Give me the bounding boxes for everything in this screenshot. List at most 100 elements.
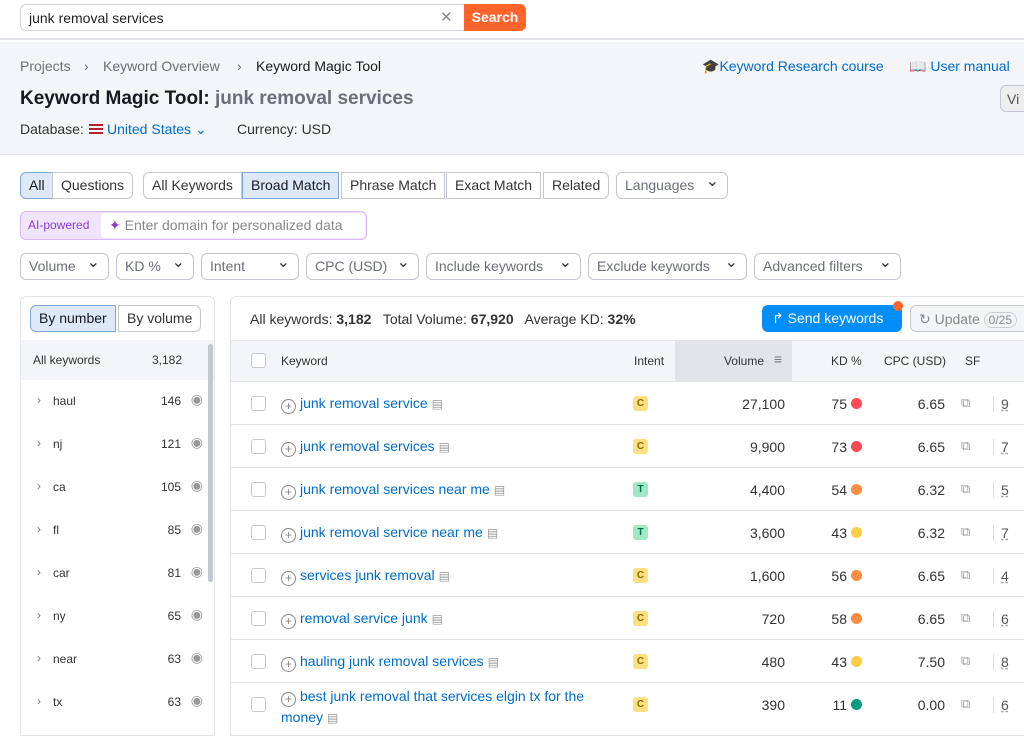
keyword-link[interactable]: hauling junk removal services (300, 653, 484, 669)
serp-features-icon[interactable]: ⧉ (961, 395, 970, 411)
row-checkbox[interactable] (251, 482, 266, 497)
keyword-link[interactable]: removal service junk (300, 610, 428, 626)
eye-icon[interactable]: ◉ (191, 563, 203, 580)
by-volume-button[interactable]: By volume (118, 305, 202, 332)
group-item[interactable]: › haul 146 ◉ (21, 380, 203, 423)
search-button[interactable]: Search (464, 4, 526, 31)
keyword-link[interactable]: junk removal service (300, 395, 428, 411)
group-item[interactable]: › ny 65 ◉ (21, 595, 203, 638)
col-cpc[interactable]: CPC (USD) (884, 354, 946, 368)
chevron-right-icon[interactable]: › (37, 608, 41, 622)
serp-icon[interactable]: ▤ (494, 483, 505, 497)
course-link[interactable]: 🎓Keyword Research course (702, 58, 884, 75)
sf-count[interactable]: 7 (993, 439, 1009, 455)
eye-icon[interactable]: ◉ (191, 391, 203, 408)
row-checkbox[interactable] (251, 396, 266, 411)
tab-phrase-match[interactable]: Phrase Match (341, 172, 446, 199)
eye-icon[interactable]: ◉ (191, 649, 203, 666)
add-icon[interactable]: + (281, 614, 296, 629)
clear-icon[interactable]: ✕ (440, 8, 453, 26)
chevron-right-icon[interactable]: › (37, 651, 41, 665)
view-button[interactable]: Vi (1000, 85, 1024, 112)
add-icon[interactable]: + (281, 657, 296, 672)
serp-features-icon[interactable]: ⧉ (961, 567, 970, 583)
add-icon[interactable]: + (281, 442, 296, 457)
sf-count[interactable]: 6 (993, 611, 1009, 627)
filter-kd[interactable]: KD % (116, 250, 194, 280)
tab-all[interactable]: All (20, 172, 54, 199)
group-item[interactable]: › nj 121 ◉ (21, 423, 203, 466)
tab-related[interactable]: Related (543, 172, 610, 199)
chevron-right-icon[interactable]: › (37, 393, 41, 407)
filter-advanced[interactable]: Advanced filters (754, 250, 901, 280)
chevron-right-icon[interactable]: › (37, 479, 41, 493)
by-number-button[interactable]: By number (30, 305, 116, 332)
col-volume[interactable]: Volume ≡ (675, 341, 792, 381)
sf-count[interactable]: 7 (993, 525, 1009, 541)
chevron-right-icon[interactable]: › (37, 436, 41, 450)
tab-questions[interactable]: Questions (52, 172, 134, 199)
keyword-link[interactable]: junk removal services near me (300, 481, 490, 497)
row-checkbox[interactable] (251, 568, 266, 583)
eye-icon[interactable]: ◉ (191, 434, 203, 451)
filter-include[interactable]: Include keywords (426, 250, 581, 280)
add-icon[interactable]: + (281, 399, 296, 414)
serp-features-icon[interactable]: ⧉ (961, 438, 970, 454)
keyword-link[interactable]: services junk removal (300, 567, 435, 583)
keyword-link[interactable]: junk removal services (300, 438, 435, 454)
chevron-right-icon[interactable]: › (37, 694, 41, 708)
serp-features-icon[interactable]: ⧉ (961, 653, 970, 669)
serp-icon[interactable]: ▤ (327, 711, 338, 725)
sf-count[interactable]: 6 (993, 697, 1009, 713)
tab-broad-match[interactable]: Broad Match (242, 172, 340, 199)
add-icon[interactable]: + (281, 692, 296, 707)
serp-icon[interactable]: ▤ (439, 440, 450, 454)
ai-domain-field[interactable]: AI-powered ✦ Enter domain for personaliz… (20, 211, 367, 240)
eye-icon[interactable]: ◉ (191, 606, 203, 623)
add-icon[interactable]: + (281, 571, 296, 586)
row-checkbox[interactable] (251, 654, 266, 669)
col-kd[interactable]: KD % (831, 354, 862, 368)
serp-icon[interactable]: ▤ (432, 397, 443, 411)
filter-volume[interactable]: Volume (20, 250, 109, 280)
filter-cpc[interactable]: CPC (USD) (306, 250, 419, 280)
serp-features-icon[interactable]: ⧉ (961, 696, 970, 712)
serp-features-icon[interactable]: ⧉ (961, 524, 970, 540)
serp-icon[interactable]: ▤ (432, 612, 443, 626)
tab-exact-match[interactable]: Exact Match (446, 172, 542, 199)
scrollbar[interactable] (208, 344, 213, 582)
filter-intent[interactable]: Intent (201, 250, 299, 280)
chevron-right-icon[interactable]: › (37, 565, 41, 579)
col-intent[interactable]: Intent (634, 354, 664, 368)
eye-icon[interactable]: ◉ (191, 520, 203, 537)
filter-exclude[interactable]: Exclude keywords (588, 250, 747, 280)
serp-features-icon[interactable]: ⧉ (961, 481, 970, 497)
database-select[interactable]: United States ⌄ (89, 121, 207, 138)
search-input[interactable]: junk removal services (20, 4, 465, 31)
sf-count[interactable]: 9 (993, 396, 1009, 412)
add-icon[interactable]: + (281, 528, 296, 543)
sf-count[interactable]: 8 (993, 654, 1009, 670)
serp-features-icon[interactable]: ⧉ (961, 610, 970, 626)
breadcrumb-keyword-overview[interactable]: Keyword Overview (103, 58, 220, 74)
col-keyword[interactable]: Keyword (281, 354, 328, 368)
row-checkbox[interactable] (251, 611, 266, 626)
manual-link[interactable]: 📖 User manual (909, 58, 1010, 75)
eye-icon[interactable]: ◉ (191, 477, 203, 494)
chevron-right-icon[interactable]: › (37, 522, 41, 536)
group-item[interactable]: › near 63 ◉ (21, 638, 203, 681)
col-sf[interactable]: SF (965, 354, 980, 368)
group-item[interactable]: › ca 105 ◉ (21, 466, 203, 509)
update-button[interactable]: ↻ Update 0/25 (910, 305, 1024, 332)
serp-icon[interactable]: ▤ (488, 655, 499, 669)
tab-all-keywords[interactable]: All Keywords (143, 172, 242, 199)
group-item[interactable]: › tx 63 ◉ (21, 681, 203, 724)
send-keywords-button[interactable]: ↱ Send keywords (762, 305, 902, 332)
add-icon[interactable]: + (281, 485, 296, 500)
keyword-link[interactable]: junk removal service near me (300, 524, 483, 540)
languages-dropdown[interactable]: Languages (616, 169, 728, 199)
sf-count[interactable]: 5 (993, 482, 1009, 498)
all-keywords-group[interactable]: All keywords 3,182 (21, 340, 214, 380)
group-item[interactable]: › fl 85 ◉ (21, 509, 203, 552)
group-item[interactable]: › car 81 ◉ (21, 552, 203, 595)
